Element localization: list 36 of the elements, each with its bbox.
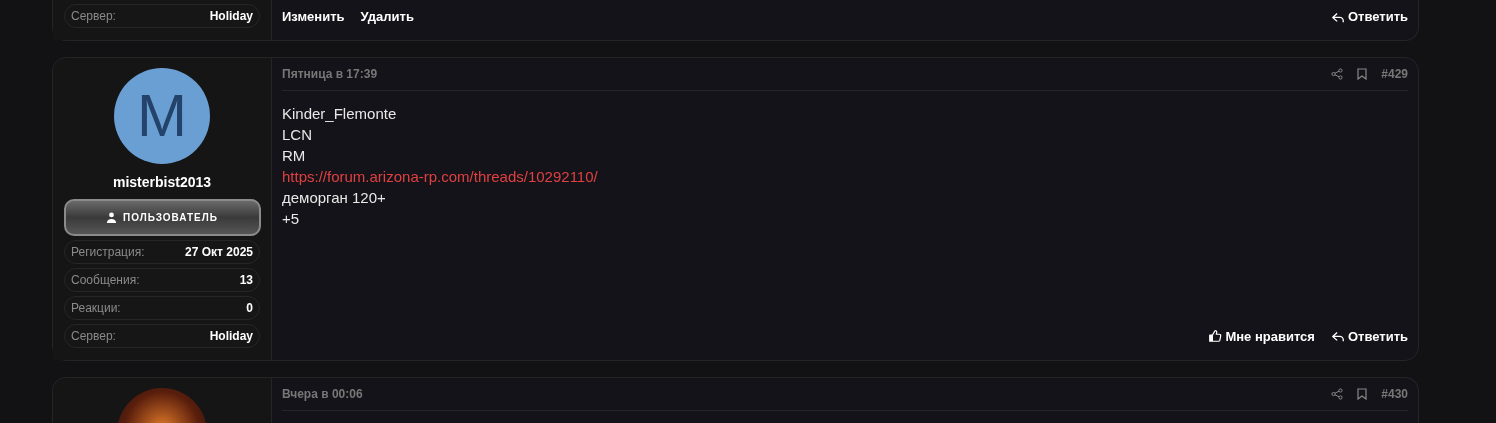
reply-icon: [1330, 10, 1345, 24]
user-avatar: M: [114, 68, 210, 164]
reply-button[interactable]: Ответить: [1330, 326, 1408, 346]
post-text: +5: [282, 209, 300, 229]
post-text: RM: [282, 146, 306, 166]
stat-value: 13: [239, 272, 253, 289]
stat-label: Сообщения:: [71, 272, 140, 289]
stat-value: Holiday: [209, 328, 253, 345]
post-text: деморган 120+: [282, 188, 386, 208]
reply-icon: [1330, 329, 1345, 344]
like-button[interactable]: Мне нравится: [1208, 326, 1315, 346]
stat-value: Holiday: [209, 8, 253, 25]
post-action-link[interactable]: Изменить: [282, 7, 345, 27]
post-action-link[interactable]: Удалить: [360, 7, 414, 27]
post-date[interactable]: Вчера в 00:06: [282, 385, 363, 403]
username[interactable]: misterbist2013: [112, 172, 212, 193]
share-icon[interactable]: [1331, 68, 1344, 80]
stat-value: 0: [246, 300, 253, 317]
thumbs-up-icon: [1208, 329, 1223, 344]
stat-value: 27 Окт 2025: [185, 244, 253, 261]
reply-button[interactable]: Ответить: [1330, 7, 1408, 27]
stat-label: Реакции:: [71, 300, 121, 317]
post-number-link[interactable]: #429: [1381, 65, 1408, 83]
post-text: LCN: [282, 125, 312, 145]
stat-label: Сервер:: [71, 8, 116, 25]
post-number-link[interactable]: #430: [1381, 385, 1408, 403]
bookmark-icon[interactable]: [1357, 68, 1368, 80]
user-role-banner: ПОЛЬЗОВАТЕЛЬ: [63, 199, 261, 236]
stat-label: Сервер:: [71, 328, 116, 345]
post-date[interactable]: Пятница в 17:39: [282, 65, 378, 83]
stat-label: Регистрация:: [71, 244, 145, 261]
link[interactable]: https://forum.arizona-rp.com/threads/10292110/: [282, 166, 598, 187]
post-text: Kinder_Flemonte: [282, 104, 397, 124]
share-icon[interactable]: [1331, 388, 1344, 400]
user-icon: [106, 212, 117, 223]
bookmark-icon[interactable]: [1357, 388, 1368, 400]
